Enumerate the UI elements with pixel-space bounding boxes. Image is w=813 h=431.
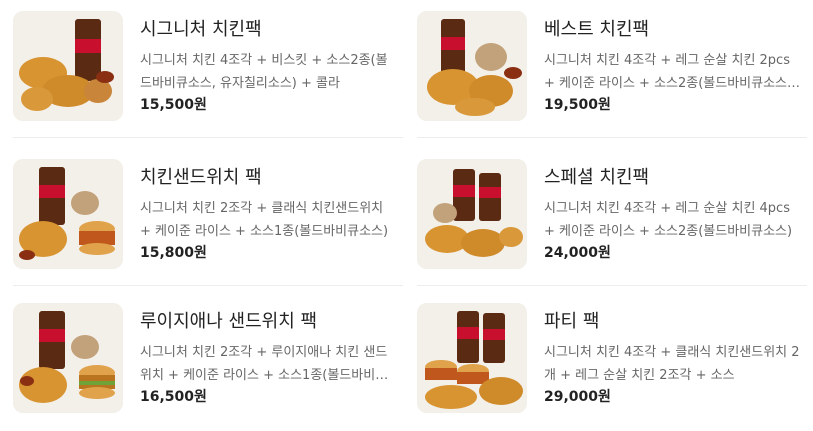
- menu-item-image: [13, 303, 123, 413]
- row-divider: [417, 285, 807, 286]
- menu-item-price: 15,500원: [140, 97, 207, 113]
- menu-item-description: 시그니처 치킨 4조각 + 레그 순살 치킨 4pcs + 케이준 라이스 + …: [544, 201, 793, 239]
- menu-item-image: [13, 159, 123, 269]
- menu-item-name: 베스트 치킨팩: [544, 19, 650, 40]
- menu-item-description: 시그니처 치킨 2조각 + 루이지애나 치킨 샌드위치 + 케이준 라이스 + …: [140, 345, 388, 383]
- menu-grid: 시그니처 치킨팩 시그니처 치킨 4조각 + 비스킷 + 소스2종(볼드바비큐소…: [0, 0, 813, 431]
- menu-card-chicken-sandwich-pack[interactable]: 치킨샌드위치 팩 시그니처 치킨 2조각 + 클래식 치킨샌드위치 + 케이준 …: [13, 159, 403, 269]
- row-divider: [13, 137, 403, 138]
- menu-item-description: 시그니처 치킨 4조각 + 비스킷 + 소스2종(볼드바비큐소스, 유자칠리소스…: [140, 53, 388, 91]
- menu-card-signature-chicken-pack[interactable]: 시그니처 치킨팩 시그니처 치킨 4조각 + 비스킷 + 소스2종(볼드바비큐소…: [13, 11, 403, 121]
- menu-item-description: 시그니처 치킨 4조각 + 클래식 치킨샌드위치 2개 + 레그 순살 치킨 2…: [544, 345, 800, 383]
- menu-item-image: [417, 303, 527, 413]
- menu-item-name: 파티 팩: [544, 311, 600, 332]
- menu-card-party-pack[interactable]: 파티 팩 시그니처 치킨 4조각 + 클래식 치킨샌드위치 2개 + 레그 순살…: [417, 303, 807, 413]
- menu-item-price: 29,000원: [544, 389, 611, 405]
- menu-item-name: 루이지애나 샌드위치 팩: [140, 311, 318, 332]
- row-divider: [13, 285, 403, 286]
- menu-item-image: [417, 11, 527, 121]
- menu-item-description: 시그니처 치킨 4조각 + 레그 순살 치킨 2pcs + 케이준 라이스 + …: [544, 53, 792, 91]
- menu-card-best-chicken-pack[interactable]: 베스트 치킨팩 시그니처 치킨 4조각 + 레그 순살 치킨 2pcs + 케이…: [417, 11, 807, 121]
- menu-item-image: [417, 159, 527, 269]
- menu-card-special-chicken-pack[interactable]: 스페셜 치킨팩 시그니처 치킨 4조각 + 레그 순살 치킨 4pcs + 케이…: [417, 159, 807, 269]
- menu-item-price: 15,800원: [140, 245, 207, 261]
- menu-item-price: 24,000원: [544, 245, 611, 261]
- menu-item-price: 16,500원: [140, 389, 207, 405]
- menu-item-price: 19,500원: [544, 97, 611, 113]
- menu-item-image: [13, 11, 123, 121]
- menu-item-name: 시그니처 치킨팩: [140, 19, 262, 40]
- menu-item-name: 스페셜 치킨팩: [544, 167, 650, 188]
- menu-card-louisiana-sandwich-pack[interactable]: 루이지애나 샌드위치 팩 시그니처 치킨 2조각 + 루이지애나 치킨 샌드위치…: [13, 303, 403, 413]
- row-divider: [417, 137, 807, 138]
- menu-item-description: 시그니처 치킨 2조각 + 클래식 치킨샌드위치 + 케이준 라이스 + 소스1…: [140, 201, 389, 239]
- menu-item-name: 치킨샌드위치 팩: [140, 167, 262, 188]
